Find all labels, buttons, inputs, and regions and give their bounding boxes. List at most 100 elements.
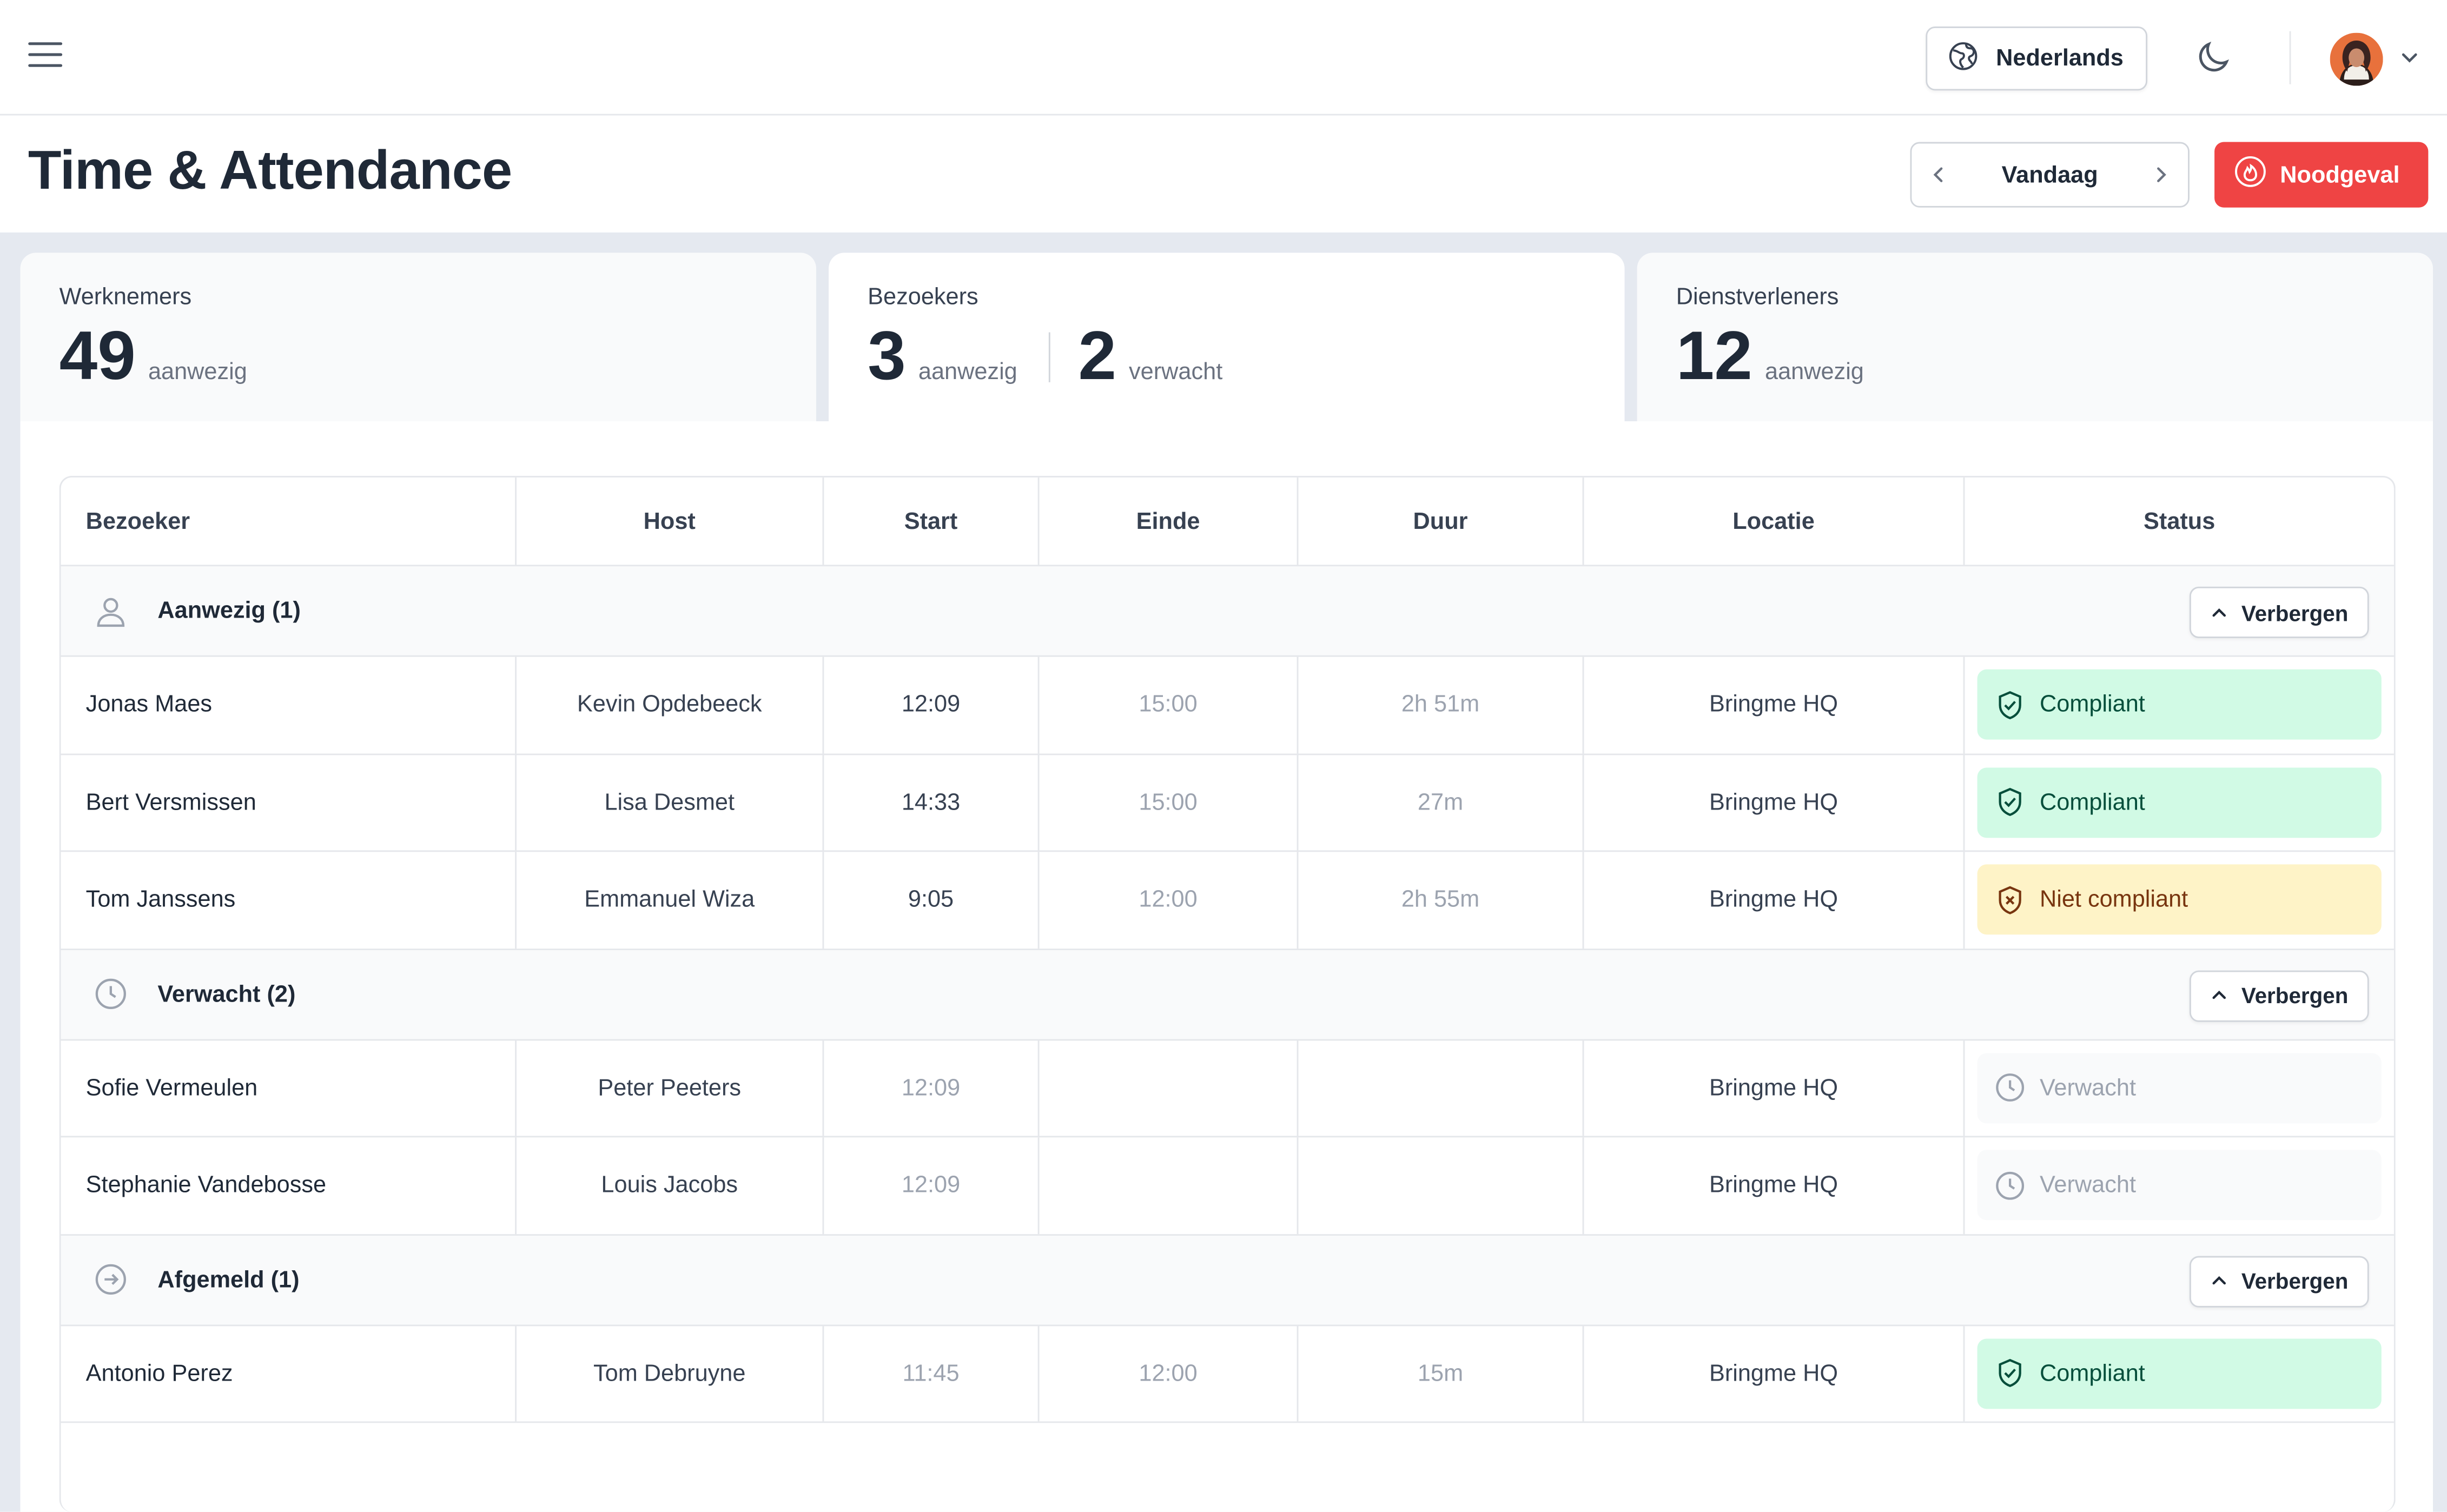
start-cell: 14:33 — [824, 754, 1040, 851]
divider — [2289, 31, 2291, 84]
present-label: aanwezig — [918, 359, 1017, 386]
duration-cell — [1298, 1039, 1584, 1136]
hide-label: Verbergen — [2241, 600, 2349, 625]
app-root: Nederlands Time & Attendance Vandaag Noo… — [0, 0, 2447, 1512]
dark-mode-toggle-icon[interactable] — [2193, 37, 2233, 78]
column-header-status[interactable]: Status — [1965, 478, 2393, 565]
status-cell: Verwacht — [1965, 1040, 2393, 1136]
table-row[interactable]: Antonio Perez Tom Debruyne 11:45 12:00 15m Br… — [61, 1325, 2394, 1423]
language-button[interactable]: Nederlands — [1926, 26, 2148, 91]
visitor-cell: Stephanie Vandebosse — [61, 1137, 517, 1234]
providers-card[interactable]: Dienstverleners 12 aanwezig — [1637, 253, 2433, 422]
status-label: Compliant — [2039, 1360, 2145, 1387]
table-row[interactable]: Sofie Vermeulen Peter Peeters 12:09 Bringme… — [61, 1039, 2394, 1138]
end-cell: 15:00 — [1040, 754, 1299, 851]
column-header-location[interactable]: Locatie — [1584, 477, 1965, 565]
present-label: aanwezig — [148, 359, 247, 386]
location-cell: Bringme HQ — [1584, 1039, 1965, 1136]
visitors-card[interactable]: Bezoekers 3 aanwezig 2 verwacht — [829, 253, 1625, 428]
user-avatar[interactable] — [2330, 32, 2383, 86]
duration-cell: 15m — [1298, 1325, 1584, 1422]
chevron-up-icon — [2210, 603, 2229, 622]
menu-icon[interactable] — [25, 34, 65, 75]
status-badge: Verwacht — [1977, 1052, 2382, 1123]
emergency-label: Noodgeval — [2280, 161, 2400, 188]
status-label: Compliant — [2039, 789, 2145, 816]
host-cell: Louis Jacobs — [517, 1137, 824, 1234]
end-cell — [1040, 1137, 1299, 1234]
divider — [1048, 332, 1050, 382]
status-badge: Compliant — [1977, 669, 2382, 740]
duration-cell: 27m — [1298, 754, 1584, 851]
visitor-table: Bezoeker Host Start Einde Duur Locatie S… — [59, 475, 2396, 1512]
providers-present-count: 12 — [1676, 318, 1752, 395]
visitor-cell: Bert Versmissen — [61, 754, 517, 851]
start-cell: 12:09 — [824, 1039, 1040, 1136]
end-cell: 12:00 — [1040, 1325, 1299, 1422]
host-cell: Lisa Desmet — [517, 754, 824, 851]
arrow-circle-icon — [92, 1261, 129, 1298]
chevron-left-icon[interactable] — [1927, 164, 1949, 185]
hide-group-button[interactable]: Verbergen — [2189, 586, 2369, 639]
table-row[interactable]: Bert Versmissen Lisa Desmet 14:33 15:00 27m B… — [61, 754, 2394, 852]
hide-label: Verbergen — [2241, 1268, 2349, 1294]
duration-cell: 2h 55m — [1298, 852, 1584, 948]
column-header-host[interactable]: Host — [517, 477, 824, 565]
location-cell: Bringme HQ — [1584, 754, 1965, 851]
hide-label: Verbergen — [2241, 983, 2349, 1008]
employees-present-count: 49 — [59, 318, 136, 395]
employees-card[interactable]: Werknemers 49 aanwezig — [20, 253, 816, 422]
status-cell: Compliant — [1965, 1325, 2393, 1421]
card-title: Dienstverleners — [1676, 284, 1839, 311]
host-cell: Peter Peeters — [517, 1039, 824, 1136]
card-title: Bezoekers — [868, 284, 978, 311]
expected-label: verwacht — [1129, 359, 1223, 386]
visitor-cell: Jonas Maes — [61, 656, 517, 753]
clock-icon — [1993, 1168, 2027, 1202]
present-label: aanwezig — [1765, 359, 1864, 386]
table-row[interactable]: Jonas Maes Kevin Opdebeeck 12:09 15:00 2h 51… — [61, 656, 2394, 754]
visitor-cell: Tom Janssens — [61, 852, 517, 948]
date-label[interactable]: Vandaag — [2002, 162, 2098, 188]
chevron-right-icon[interactable] — [2151, 164, 2172, 185]
status-badge: Verwacht — [1977, 1150, 2382, 1221]
location-cell: Bringme HQ — [1584, 852, 1965, 948]
table-row[interactable]: Tom Janssens Emmanuel Wiza 9:05 12:00 2h 55m… — [61, 852, 2394, 950]
shield-check-icon — [1993, 688, 2027, 722]
top-bar: Nederlands — [0, 0, 2447, 116]
visitor-cell: Antonio Perez — [61, 1325, 517, 1422]
column-header-visitor[interactable]: Bezoeker — [61, 477, 517, 565]
duration-cell: 2h 51m — [1298, 656, 1584, 753]
group-header: Verwacht (2) Verbergen — [61, 949, 2394, 1040]
visitors-present-count: 3 — [868, 318, 906, 395]
emergency-button[interactable]: Noodgeval — [2214, 142, 2429, 208]
host-cell: Tom Debruyne — [517, 1325, 824, 1422]
host-cell: Kevin Opdebeeck — [517, 656, 824, 753]
group-title: Aanwezig (1) — [157, 598, 301, 625]
status-label: Verwacht — [2039, 1075, 2136, 1102]
status-label: Compliant — [2039, 691, 2145, 718]
group-header: Aanwezig (1) Verbergen — [61, 566, 2394, 657]
column-header-start[interactable]: Start — [824, 477, 1040, 565]
status-label: Verwacht — [2039, 1172, 2136, 1199]
start-cell: 9:05 — [824, 852, 1040, 948]
status-badge: Compliant — [1977, 767, 2382, 838]
status-cell: Compliant — [1965, 754, 2393, 850]
fire-icon — [2233, 155, 2267, 195]
start-cell: 12:09 — [824, 656, 1040, 753]
status-label: Niet compliant — [2039, 886, 2188, 913]
chevron-down-icon[interactable] — [2399, 47, 2420, 69]
date-navigator: Vandaag — [1910, 142, 2190, 208]
shield-x-icon — [1993, 883, 2027, 917]
location-cell: Bringme HQ — [1584, 1325, 1965, 1422]
column-header-duration[interactable]: Duur — [1298, 477, 1584, 565]
location-cell: Bringme HQ — [1584, 656, 1965, 753]
group-title: Afgemeld (1) — [157, 1266, 300, 1293]
table-row[interactable]: Stephanie Vandebosse Louis Jacobs 12:09 Bri… — [61, 1137, 2394, 1235]
hide-group-button[interactable]: Verbergen — [2189, 970, 2369, 1022]
column-header-end[interactable]: Einde — [1040, 477, 1299, 565]
status-cell: Compliant — [1965, 657, 2393, 753]
status-cell: Verwacht — [1965, 1137, 2393, 1233]
hide-group-button[interactable]: Verbergen — [2189, 1255, 2369, 1307]
group-title: Verwacht (2) — [157, 980, 296, 1007]
